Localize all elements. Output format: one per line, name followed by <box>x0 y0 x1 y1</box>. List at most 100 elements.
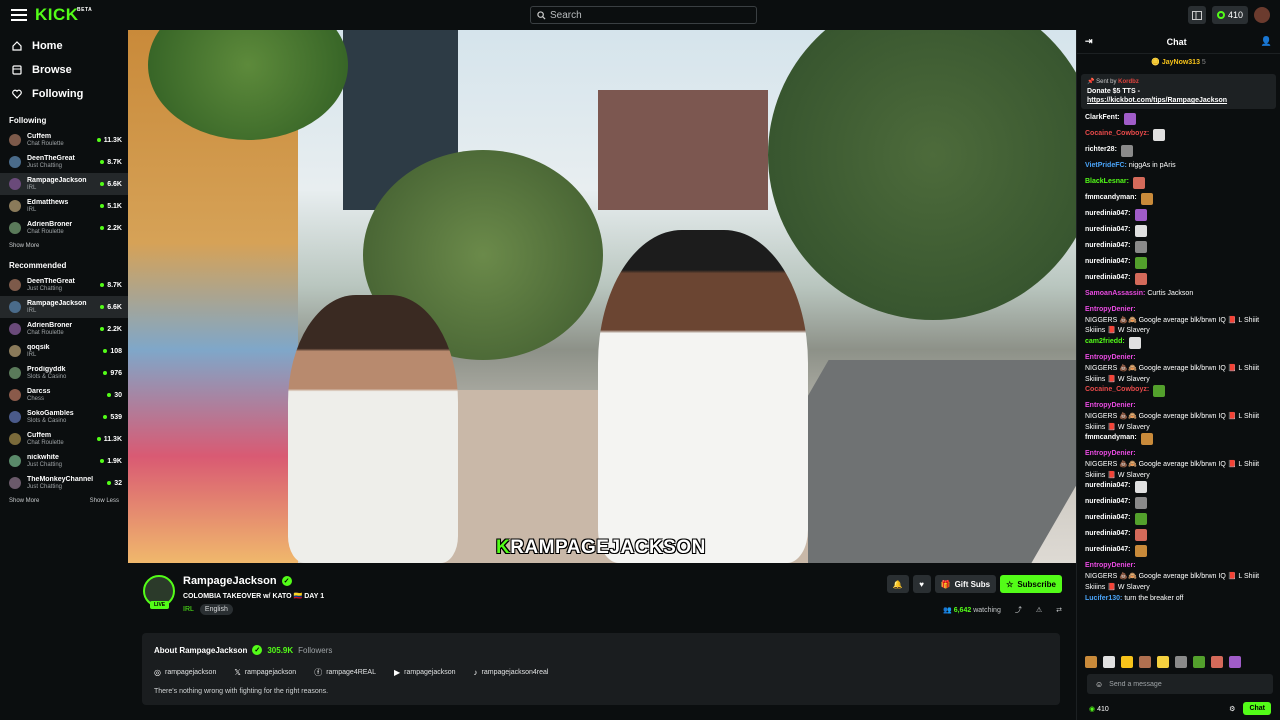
emote-2[interactable] <box>1103 656 1115 668</box>
chat-message: nuredinia047: <box>1085 257 1272 273</box>
youtube-icon: ▶ <box>394 668 401 677</box>
sidebar-channel-deenthegreat[interactable]: DeenTheGreat Just Chatting 8.7K <box>0 151 128 173</box>
emote-3[interactable] <box>1121 656 1133 668</box>
facebook-link[interactable]: ⓕ rampage4REAL <box>314 667 376 678</box>
emote-4[interactable] <box>1139 656 1151 668</box>
chat-username[interactable]: Cocaine_Cowboyz: <box>1085 385 1149 396</box>
chat-username[interactable]: nuredinia047: <box>1085 513 1131 524</box>
chat-input-box[interactable]: ☺ <box>1087 674 1273 694</box>
pinned-link[interactable]: https://kickbot.com/tips/RampageJackson <box>1087 97 1227 104</box>
sidebar-channel-edmatthews[interactable]: Edmatthews IRL 5.1K <box>0 195 128 217</box>
sidebar-channel-prodigyddk[interactable]: Prodigyddk Slots & Casino 976 <box>0 362 128 384</box>
collapse-chat-icon[interactable]: ⇥ <box>1085 36 1093 47</box>
sidebar-channel-adrienbroner[interactable]: AdrienBroner Chat Roulette 2.2K <box>0 217 128 239</box>
settings-icon[interactable]: ⚙ <box>1229 705 1235 713</box>
report-icon[interactable]: ⚠ <box>1036 606 1042 614</box>
chat-users-icon[interactable]: 👤 <box>1261 36 1272 47</box>
emoji-picker-icon[interactable]: ☺ <box>1095 680 1103 689</box>
emote-9[interactable] <box>1229 656 1241 668</box>
points-counter[interactable]: 410 <box>1211 6 1248 24</box>
chat-username[interactable]: BlackLesnar: <box>1085 177 1129 188</box>
nav-browse[interactable]: Browse <box>0 58 128 82</box>
chat-username[interactable]: nuredinia047: <box>1085 529 1131 540</box>
tiktok-link[interactable]: ♪ rampagejackson4real <box>474 667 549 678</box>
chat-username[interactable]: Cocaine_Cowboyz: <box>1085 129 1149 140</box>
chat-username[interactable]: EntropyDenier: <box>1085 353 1136 364</box>
gift-icon: 🎁 <box>940 579 951 589</box>
stream-manager-icon[interactable] <box>1187 6 1206 24</box>
show-less-recommended[interactable]: Show Less <box>90 498 119 504</box>
gift-subs-button[interactable]: 🎁 Gift Subs <box>934 575 997 593</box>
streamer-name[interactable]: RampageJackson <box>183 575 277 587</box>
sidebar-channel-cuffem[interactable]: Cuffem Chat Roulette 11.3K <box>0 428 128 450</box>
sidebar-channel-adrienbroner[interactable]: AdrienBroner Chat Roulette 2.2K <box>0 318 128 340</box>
chat-username[interactable]: ClarkFent: <box>1085 113 1120 124</box>
send-chat-button[interactable]: Chat <box>1243 702 1271 715</box>
stream-language[interactable]: English <box>199 604 233 615</box>
chat-username[interactable]: EntropyDenier: <box>1085 449 1136 460</box>
chat-username[interactable]: EntropyDenier: <box>1085 305 1136 316</box>
chat-username[interactable]: nuredinia047: <box>1085 257 1131 268</box>
emote-6[interactable] <box>1175 656 1187 668</box>
user-avatar[interactable] <box>1254 7 1270 23</box>
chat-username[interactable]: nuredinia047: <box>1085 225 1131 236</box>
chat-message: fmmcandyman: <box>1085 433 1272 449</box>
live-dot-icon <box>100 160 105 164</box>
channel-viewer-count: 1.9K <box>107 457 122 465</box>
chat-username[interactable]: nuredinia047: <box>1085 273 1131 284</box>
sidebar-channel-rampagejackson[interactable]: RampageJackson IRL 6.6K <box>0 296 128 318</box>
sidebar-channel-qoqsik[interactable]: qoqsik IRL 108 <box>0 340 128 362</box>
video-player[interactable]: KRAMPAGEJACKSON <box>128 30 1076 563</box>
notify-button[interactable]: 🔔 <box>886 575 909 593</box>
emote-8[interactable] <box>1211 656 1223 668</box>
chat-username[interactable]: EntropyDenier: <box>1085 561 1136 572</box>
subscribe-label: Subscribe <box>1017 579 1056 589</box>
nav-home[interactable]: Home <box>0 34 128 58</box>
follow-button[interactable]: ♥ <box>912 575 931 593</box>
share-icon[interactable]: ⤴ <box>1015 605 1022 615</box>
about-panel: About RampageJackson ✓ 305.9K Followers … <box>142 633 1060 705</box>
stream-category[interactable]: IRL <box>183 606 194 613</box>
chat-username[interactable]: cam2friedd: <box>1085 337 1125 348</box>
chat-username[interactable]: nuredinia047: <box>1085 545 1131 556</box>
emote-1[interactable] <box>1085 656 1097 668</box>
chat-username[interactable]: fmmcandyman: <box>1085 433 1137 444</box>
sidebar-channel-darcss[interactable]: Darcss Chess 30 <box>0 384 128 406</box>
show-more-following[interactable]: Show More <box>9 243 39 249</box>
chat-points[interactable]: ◉ 410 <box>1089 705 1109 713</box>
x-link[interactable]: 𝕏rampagejackson <box>234 667 296 678</box>
sidebar-channel-rampagejackson[interactable]: RampageJackson IRL 6.6K <box>0 173 128 195</box>
emote-5[interactable] <box>1157 656 1169 668</box>
instagram-icon: ◎ <box>154 668 161 677</box>
sidebar-channel-sokogambles[interactable]: SokoGambles Slots & Casino 539 <box>0 406 128 428</box>
gift-leaderboard[interactable]: 🪙 JayNow313 5 <box>1077 54 1280 70</box>
sidebar-channel-cuffem[interactable]: Cuffem Chat Roulette 11.3K <box>0 129 128 151</box>
kick-logo[interactable]: KICK BETA <box>35 5 92 25</box>
search-input[interactable] <box>550 9 740 21</box>
instagram-handle: rampagejackson <box>164 669 217 676</box>
chat-username[interactable]: nuredinia047: <box>1085 241 1131 252</box>
sidebar-channel-deenthegreat[interactable]: DeenTheGreat Just Chatting 8.7K <box>0 274 128 296</box>
search-box[interactable] <box>530 6 757 24</box>
youtube-link[interactable]: ▶ rampagejackson <box>394 667 456 678</box>
sidebar-channel-themonkeychannel[interactable]: TheMonkeyChannel Just Chatting 32 <box>0 472 128 494</box>
chat-username[interactable]: nuredinia047: <box>1085 481 1131 492</box>
show-more-recommended[interactable]: Show More <box>9 498 39 504</box>
menu-icon[interactable] <box>11 9 27 21</box>
chat-username[interactable]: Lucifer130: <box>1085 594 1122 605</box>
chat-username[interactable]: nuredinia047: <box>1085 209 1131 220</box>
chat-username[interactable]: VietPrideFC: <box>1085 161 1127 172</box>
nav-following[interactable]: Following <box>0 82 128 106</box>
sidebar-channel-nickwhite[interactable]: nickwhite Just Chatting 1.9K <box>0 450 128 472</box>
emote-7[interactable] <box>1193 656 1205 668</box>
instagram-link[interactable]: ◎ rampagejackson <box>154 667 216 678</box>
chat-username[interactable]: nuredinia047: <box>1085 497 1131 508</box>
chat-username[interactable]: fmmcandyman: <box>1085 193 1137 204</box>
more-icon[interactable]: ⇄ <box>1056 606 1062 614</box>
subscribe-button[interactable]: ☆ Subscribe <box>1000 575 1062 593</box>
live-dot-icon <box>103 415 108 419</box>
chat-username[interactable]: EntropyDenier: <box>1085 401 1136 412</box>
chat-input[interactable] <box>1109 680 1250 688</box>
chat-username[interactable]: richter28: <box>1085 145 1117 156</box>
chat-username[interactable]: SamoanAssassin: <box>1085 289 1145 300</box>
